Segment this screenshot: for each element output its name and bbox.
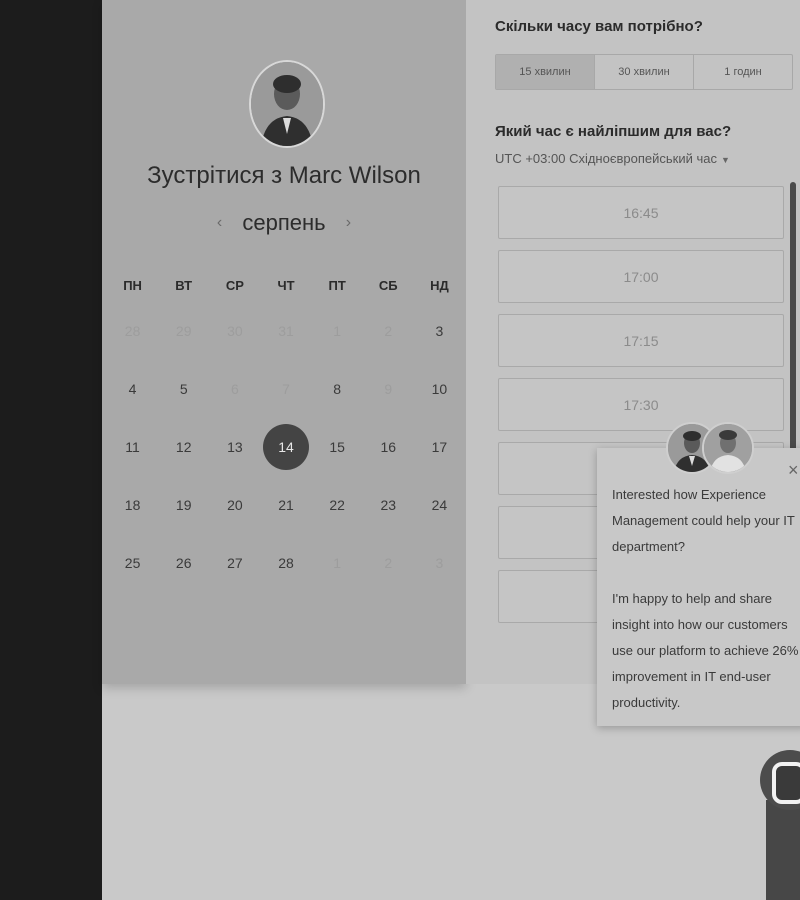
duration-selector: 15 хвилин 30 хвилин 1 годин <box>495 54 793 90</box>
calendar-day[interactable]: 12 <box>158 439 209 455</box>
calendar-day[interactable]: 24 <box>414 497 465 513</box>
calendar-day[interactable]: 21 <box>260 497 311 513</box>
launcher-bar <box>766 800 800 900</box>
chat-launcher-icon <box>772 762 800 804</box>
timezone-selector[interactable]: UTC +03:00 Східноєвропейський час ▼ <box>495 151 730 166</box>
calendar-day: 7 <box>282 381 290 397</box>
selected-day-label: 14 <box>262 424 309 470</box>
calendar-day: 2 <box>384 323 393 339</box>
calendar-week: 28 29 30 31 1 2 3 <box>107 302 465 360</box>
calendar-day[interactable]: 28 <box>260 555 311 571</box>
calendar-day: 30 <box>227 323 243 339</box>
chat-message: Interested how Experience Management cou… <box>612 482 800 716</box>
calendar-day[interactable]: 8 <box>312 381 363 397</box>
calendar-day-selected[interactable]: 14 <box>260 424 311 470</box>
left-dark-strip <box>0 0 102 900</box>
meet-title: Зустрітися з Marc Wilson <box>147 162 421 189</box>
slot-list-scrollbar[interactable] <box>790 182 796 482</box>
calendar-grid: ПН ВТ СР ЧТ ПТ СБ НД 28 29 30 31 1 2 3 4… <box>107 268 465 592</box>
chat-paragraph: Interested how Experience Management cou… <box>612 487 795 554</box>
timezone-label: UTC +03:00 Східноєвропейський час <box>495 151 717 166</box>
calendar-day[interactable]: 15 <box>312 439 363 455</box>
calendar-day[interactable]: 3 <box>414 323 465 339</box>
calendar-day[interactable]: 20 <box>209 497 260 513</box>
duration-30-button[interactable]: 30 хвилин <box>595 55 694 89</box>
calendar-day[interactable]: 11 <box>107 439 158 455</box>
calendar-day[interactable]: 19 <box>158 497 209 513</box>
calendar-day[interactable]: 10 <box>414 381 465 397</box>
weekday-label: ВТ <box>175 277 193 293</box>
calendar-day: 1 <box>333 323 342 339</box>
calendar-day[interactable]: 13 <box>209 439 260 455</box>
weekday-label: НД <box>430 277 449 293</box>
weekday-label: ПН <box>123 277 142 293</box>
agent-avatar <box>702 422 754 474</box>
calendar-day: 2 <box>384 555 393 571</box>
calendar-day[interactable]: 23 <box>363 497 414 513</box>
time-slot[interactable]: 17:15 <box>498 314 784 367</box>
calendar-day[interactable]: 5 <box>158 381 209 397</box>
weekday-label: СР <box>225 277 244 293</box>
calendar-day[interactable]: 4 <box>107 381 158 397</box>
next-month-button[interactable]: › <box>332 214 365 231</box>
time-slot[interactable]: 16:45 <box>498 186 784 239</box>
weekday-label: СБ <box>378 277 398 293</box>
host-avatar <box>249 60 325 148</box>
calendar-day[interactable]: 17 <box>414 439 465 455</box>
calendar-day: 3 <box>435 555 444 571</box>
calendar-day: 6 <box>230 381 239 397</box>
calendar-day[interactable]: 25 <box>107 555 158 571</box>
weekday-header: ПН ВТ СР ЧТ ПТ СБ НД <box>107 268 465 302</box>
calendar-day: 1 <box>333 555 342 571</box>
calendar-week: 4 5 6 7 8 9 10 <box>107 360 465 418</box>
calendar-week: 11 12 13 14 15 16 17 <box>107 418 465 476</box>
month-navigation: ‹ серпень › <box>102 210 466 236</box>
time-slot[interactable]: 17:00 <box>498 250 784 303</box>
weekday-label: ПТ <box>328 277 346 293</box>
calendar-week: 25 26 27 28 1 2 3 <box>107 534 465 592</box>
calendar-day: 28 <box>124 323 141 339</box>
month-label: серпень <box>242 210 326 235</box>
calendar-day: 29 <box>175 323 192 339</box>
calendar-day: 31 <box>278 323 294 339</box>
calendar-day[interactable]: 18 <box>107 497 158 513</box>
calendar-day[interactable]: 27 <box>209 555 260 571</box>
duration-question: Скільки часу вам потрібно? <box>495 18 703 35</box>
calendar-day[interactable]: 22 <box>312 497 363 513</box>
close-icon[interactable]: × <box>788 460 799 481</box>
prev-month-button[interactable]: ‹ <box>203 214 236 231</box>
time-question: Який час є найліпшим для вас? <box>495 123 732 140</box>
calendar-week: 18 19 20 21 22 23 24 <box>107 476 465 534</box>
calendar-day: 9 <box>384 381 393 397</box>
chat-paragraph: I'm happy to help and share insight into… <box>612 591 799 710</box>
duration-60-button[interactable]: 1 годин <box>694 55 792 89</box>
chat-agent-avatars <box>666 422 754 474</box>
calendar-day[interactable]: 26 <box>158 555 209 571</box>
duration-15-button[interactable]: 15 хвилин <box>496 55 595 89</box>
calendar-day[interactable]: 16 <box>363 439 414 455</box>
caret-down-icon: ▼ <box>720 155 730 165</box>
weekday-label: ЧТ <box>277 277 295 293</box>
